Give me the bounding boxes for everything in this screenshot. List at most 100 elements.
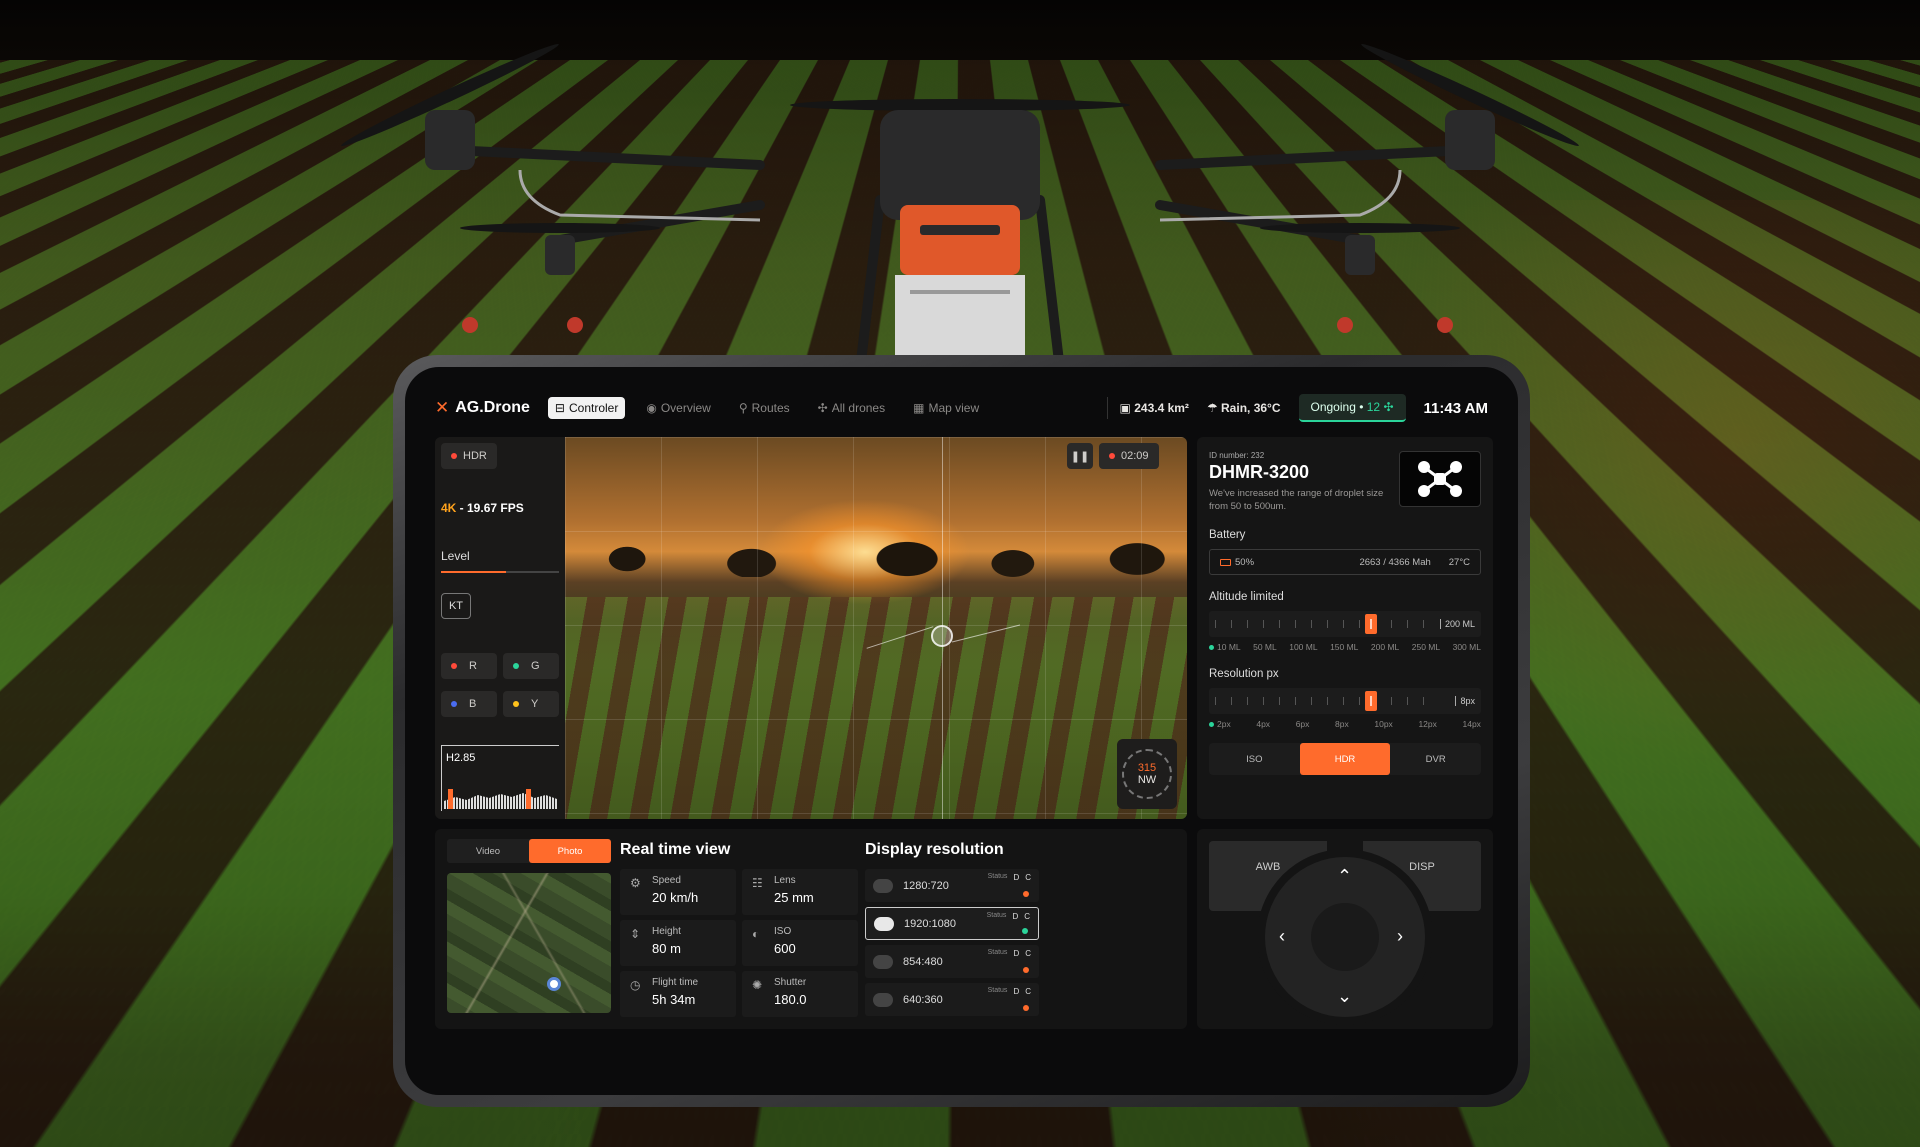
level-bar[interactable]	[441, 571, 559, 573]
toggle-switch[interactable]	[874, 916, 894, 931]
chevron-left-icon[interactable]: ‹	[1279, 927, 1285, 945]
kt-button[interactable]: KT	[441, 593, 471, 619]
nav-tab-label: Map view	[928, 401, 980, 415]
nav-tab-all-drones[interactable]: ✣ All drones	[811, 397, 892, 419]
altitude-slider-thumb[interactable]	[1365, 614, 1377, 634]
photo-toggle[interactable]: Photo	[529, 839, 611, 863]
crosshair[interactable]	[931, 625, 953, 647]
slider-ticks	[1215, 620, 1431, 628]
status-label: Status	[987, 949, 1008, 956]
altitude-slider[interactable]: 200 ML	[1209, 611, 1481, 637]
nav-tab-map-view[interactable]: ▦ Map view	[906, 397, 986, 419]
nav-tab-label: Controler	[568, 401, 619, 415]
battery-icon	[1220, 558, 1231, 566]
status-header: Status D C	[988, 987, 1031, 996]
metric-label: ISO	[774, 926, 792, 937]
drone-thumbnail-icon	[1399, 451, 1481, 507]
toggle-switch[interactable]	[873, 954, 893, 969]
scale-tick-label: 2px	[1209, 719, 1231, 729]
battery-label: Battery	[1209, 529, 1246, 541]
scale-tick-label: 4px	[1256, 719, 1271, 729]
nav-tab-controler[interactable]: ⊟ Controler	[547, 397, 626, 419]
channel-r-button[interactable]: R	[441, 653, 497, 679]
display-title: Display resolution	[865, 841, 1004, 858]
status-indicator	[1023, 891, 1029, 897]
battery-capacity: 2663 / 4366 Mah	[1359, 556, 1431, 568]
realtime-title: Real time view	[620, 841, 731, 858]
metric-lens: ☷ Lens 25 mm	[742, 869, 858, 915]
nav-tab-overview[interactable]: ◉ Overview	[639, 397, 718, 419]
altitude-scale: 10 ML 50 ML 100 ML 150 ML 200 ML 250 ML 300 ML	[1209, 642, 1481, 652]
mode-hdr-button[interactable]: HDR	[1299, 743, 1391, 775]
flight-controls: AWB DISP ⌃ ⌄ ‹ ›	[1197, 829, 1493, 1029]
toggle-switch[interactable]	[873, 992, 893, 1007]
channel-b-button[interactable]: B	[441, 691, 497, 717]
histogram-label: H2.85	[446, 752, 476, 764]
mini-map[interactable]	[447, 873, 611, 1013]
id-value: 232	[1250, 451, 1265, 460]
drone-info-panel: ID number: 232 DHMR-3200 We've increased…	[1197, 437, 1493, 819]
ongoing-badge[interactable]: Ongoing • 12 ✣	[1298, 394, 1406, 422]
resolution-scale: 2px 4px 6px 8px 10px 12px 14px	[1209, 719, 1481, 729]
drone-logo-icon: ✕	[435, 398, 450, 417]
status-label: Status	[986, 912, 1007, 919]
status-col-c: C	[1025, 987, 1031, 996]
toggle-switch[interactable]	[873, 878, 893, 893]
metric-flight-time: ◷ Flight time 5h 34m	[620, 971, 736, 1017]
scale-tick-label: 50 ML	[1253, 642, 1277, 652]
direction-pad: ⌃ ⌄ ‹ ›	[1265, 857, 1425, 1017]
channel-g-button[interactable]: G	[503, 653, 559, 679]
scale-tick-label: 12px	[1418, 719, 1437, 729]
status-indicator	[1022, 928, 1028, 934]
channel-y-button[interactable]: Y	[503, 691, 559, 717]
drone-control-app: ✕ AG.Drone ⊟ Controler ◉ Overview ⚲ Rout…	[405, 367, 1518, 1095]
app-name: AG.Drone	[455, 399, 530, 416]
metric-value: 180.0	[774, 992, 807, 1007]
status-col-c: C	[1024, 912, 1030, 921]
resolution-option-label: 854:480	[903, 955, 943, 968]
resolution-option-selected[interactable]: 1920:1080 Status D C	[865, 907, 1039, 940]
nav-tab-label: All drones	[831, 401, 886, 415]
nav-tab-routes[interactable]: ⚲ Routes	[732, 397, 797, 419]
resolution-option-label: 640:360	[903, 993, 943, 1006]
metric-shutter: ✺ Shutter 180.0	[742, 971, 858, 1017]
dpad-center[interactable]	[1311, 903, 1379, 971]
drone-icon: ✣	[817, 401, 828, 415]
metric-value: 20 km/h	[652, 890, 699, 905]
iso-icon: ◐	[752, 927, 760, 941]
status-header: Status D C	[988, 873, 1031, 882]
app-logo[interactable]: ✕ AG.Drone	[435, 398, 530, 418]
drone-description: We've increased the range of droplet siz…	[1209, 488, 1384, 512]
scale-tick-label: 10px	[1374, 719, 1393, 729]
histogram-marker	[448, 789, 453, 809]
level-label: Level	[441, 549, 470, 563]
tablet-device: ✕ AG.Drone ⊟ Controler ◉ Overview ⚲ Rout…	[393, 355, 1530, 1107]
channel-label: R	[469, 660, 477, 672]
pause-button[interactable]: ❚❚	[1067, 443, 1093, 469]
hdr-chip[interactable]: HDR	[441, 443, 497, 469]
video-toggle[interactable]: Video	[447, 839, 529, 863]
route-icon: ⚲	[738, 401, 748, 415]
mode-dvr-button[interactable]: DVR	[1390, 743, 1481, 775]
channel-label: G	[531, 660, 540, 672]
map-icon: ▦	[913, 401, 925, 415]
resolution-slider[interactable]: 8px	[1209, 688, 1481, 714]
height-icon: ⇕	[630, 927, 641, 941]
top-bar: ✕ AG.Drone ⊟ Controler ◉ Overview ⚲ Rout…	[435, 393, 1488, 423]
resolution-option[interactable]: 854:480 Status D C	[865, 945, 1039, 978]
status-header: Status D C	[988, 949, 1031, 958]
chevron-up-icon[interactable]: ⌃	[1337, 867, 1352, 885]
mode-iso-button[interactable]: ISO	[1209, 743, 1300, 775]
battery-temp: 27°C	[1448, 556, 1470, 568]
resolution-option[interactable]: 640:360 Status D C	[865, 983, 1039, 1016]
chevron-right-icon[interactable]: ›	[1397, 927, 1403, 945]
scale-tick-label: 14px	[1462, 719, 1481, 729]
resolution-label: 4K	[441, 501, 457, 515]
resolution-option[interactable]: 1280:720 Status D C	[865, 869, 1039, 902]
speed-icon: ⚙	[630, 876, 641, 890]
divider	[1106, 397, 1108, 419]
metric-label: Lens	[774, 875, 796, 886]
fps-value: - 19.67 FPS	[456, 501, 524, 515]
resolution-slider-thumb[interactable]	[1365, 691, 1377, 711]
chevron-down-icon[interactable]: ⌄	[1337, 987, 1352, 1005]
